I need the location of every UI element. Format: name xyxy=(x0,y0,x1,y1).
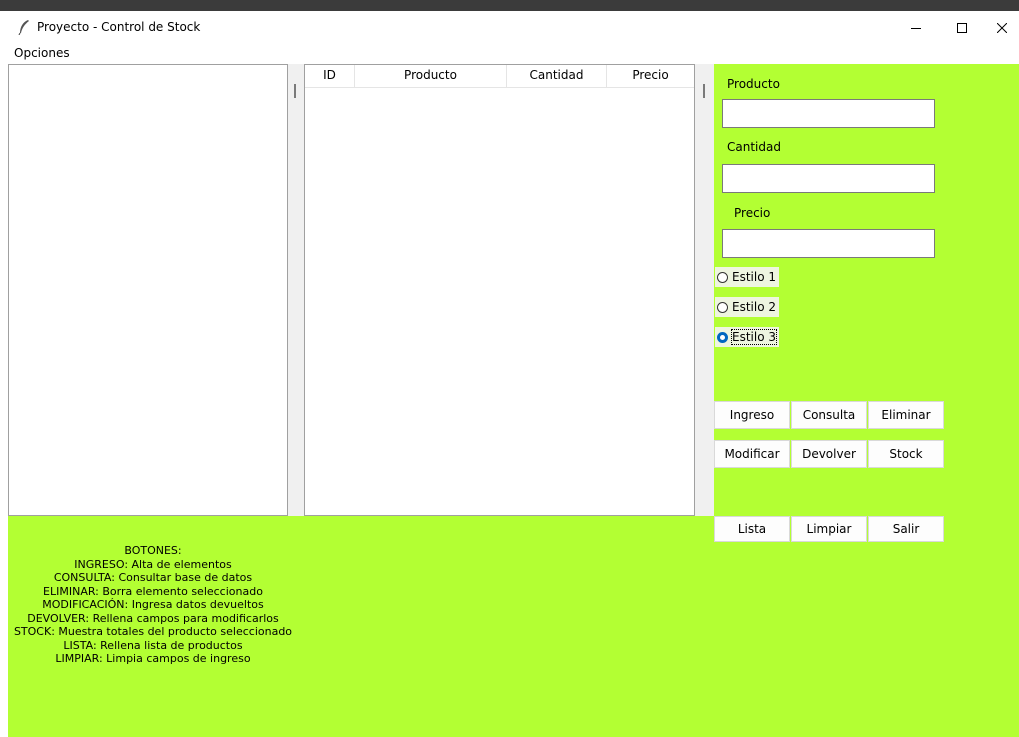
limpiar-button[interactable]: Limpiar xyxy=(791,516,867,542)
radio-unselected-icon xyxy=(717,271,728,283)
ingreso-button[interactable]: Ingreso xyxy=(714,401,790,429)
sash-grip xyxy=(294,84,296,98)
stock-button[interactable]: Stock xyxy=(868,440,944,468)
help-text: BOTONES: INGRESO: Alta de elementos CONS… xyxy=(8,544,298,666)
window-title: Proyecto - Control de Stock xyxy=(37,20,201,34)
consulta-button[interactable]: Consulta xyxy=(791,401,867,429)
radio-label: Estilo 1 xyxy=(732,270,776,284)
cantidad-input[interactable] xyxy=(722,164,935,193)
radio-selected-icon xyxy=(717,331,728,343)
minimize-icon xyxy=(911,27,921,29)
radio-label: Estilo 2 xyxy=(732,300,776,314)
radio-estilo-3[interactable]: Estilo 3 xyxy=(715,327,779,347)
close-button[interactable] xyxy=(985,11,1019,44)
feather-icon xyxy=(18,20,29,35)
help-line: DEVOLVER: Rellena campos para modificarl… xyxy=(27,611,279,625)
precio-label: Precio xyxy=(731,203,774,223)
table-header: ID Producto Cantidad Precio xyxy=(305,65,694,88)
lista-button[interactable]: Lista xyxy=(714,516,790,542)
salir-button[interactable]: Salir xyxy=(868,516,944,542)
radio-label: Estilo 3 xyxy=(731,329,777,345)
app-window: Proyecto - Control de Stock Opciones ID … xyxy=(8,11,1019,737)
radio-estilo-2[interactable]: Estilo 2 xyxy=(715,297,779,317)
maximize-button[interactable] xyxy=(939,11,985,44)
eliminar-button[interactable]: Eliminar xyxy=(868,401,944,429)
title-bar[interactable]: Proyecto - Control de Stock xyxy=(8,11,1019,44)
help-line: CONSULTA: Consultar base de datos xyxy=(53,571,253,584)
column-header-producto[interactable]: Producto xyxy=(355,65,507,87)
maximize-icon xyxy=(957,22,967,33)
pane-sash-left[interactable] xyxy=(288,64,304,516)
column-header-cantidad[interactable]: Cantidad xyxy=(507,65,607,87)
producto-input[interactable] xyxy=(722,99,935,128)
background-window-strip xyxy=(0,0,1019,11)
pane-sash-right[interactable] xyxy=(695,64,714,516)
devolver-button[interactable]: Devolver xyxy=(791,440,867,468)
help-line: ELIMINAR: Borra elemento seleccionado xyxy=(43,584,263,598)
left-list-panel[interactable] xyxy=(8,64,288,516)
close-icon xyxy=(997,22,1007,33)
cantidad-label: Cantidad xyxy=(724,137,784,157)
product-table[interactable]: ID Producto Cantidad Precio xyxy=(304,64,695,516)
help-line: LISTA: Rellena lista de productos xyxy=(63,638,243,652)
sash-grip xyxy=(703,84,705,98)
menu-opciones[interactable]: Opciones xyxy=(11,46,73,60)
minimize-button[interactable] xyxy=(893,11,939,44)
help-line: INGRESO: Alta de elementos xyxy=(74,557,232,571)
radio-unselected-icon xyxy=(717,301,728,313)
help-line: LIMPIAR: Limpia campos de ingreso xyxy=(55,652,251,665)
menu-bar: Opciones xyxy=(8,44,1019,64)
modificar-button[interactable]: Modificar xyxy=(714,440,790,468)
column-header-id[interactable]: ID xyxy=(305,65,355,87)
help-line: MODIFICACIÓN: Ingresa datos devueltos xyxy=(42,598,264,611)
radio-estilo-1[interactable]: Estilo 1 xyxy=(715,267,779,287)
precio-input[interactable] xyxy=(722,229,935,258)
form-panel: Producto Cantidad Precio Estilo 1 Estilo… xyxy=(714,64,1019,737)
column-header-precio[interactable]: Precio xyxy=(607,65,694,87)
help-line: STOCK: Muestra totales del producto sele… xyxy=(13,625,293,638)
producto-label: Producto xyxy=(724,74,783,94)
help-panel: BOTONES: INGRESO: Alta de elementos CONS… xyxy=(8,516,714,737)
help-line: BOTONES: xyxy=(124,544,182,557)
